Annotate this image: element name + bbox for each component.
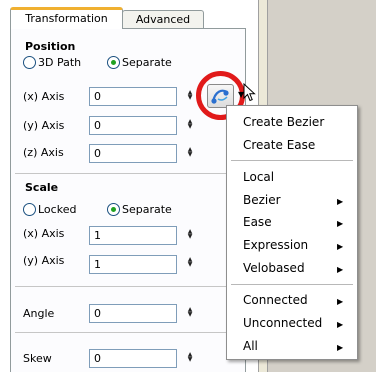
angle-label: Angle xyxy=(23,307,55,320)
position-z-field[interactable]: 0 xyxy=(89,144,177,163)
menu-item-create-ease[interactable]: Create Ease xyxy=(243,138,315,152)
skew-stepper[interactable]: ▲ ▼ xyxy=(186,352,194,363)
divider xyxy=(15,332,241,333)
angle-field[interactable]: 0 xyxy=(89,304,177,323)
submenu-arrow-icon: ▶ xyxy=(337,197,344,206)
scale-x-field[interactable]: 1 xyxy=(89,226,177,245)
submenu-arrow-icon: ▶ xyxy=(337,219,344,228)
position-title: Position xyxy=(25,40,76,53)
scale-y-label: (y) Axis xyxy=(23,254,65,267)
menu-item-create-bezier[interactable]: Create Bezier xyxy=(243,115,324,129)
radio-locked-label: Locked xyxy=(38,202,77,216)
radio-locked[interactable]: Locked xyxy=(23,202,76,216)
radio-position-separate-label: Separate xyxy=(122,55,172,69)
radio-scale-separate-label: Separate xyxy=(122,202,172,216)
menu-item-unconnected[interactable]: Unconnected xyxy=(243,316,322,330)
menu-item-connected[interactable]: Connected xyxy=(243,293,308,307)
menu-item-expression[interactable]: Expression xyxy=(243,238,308,252)
menu-item-all[interactable]: All xyxy=(243,339,258,353)
radio-3d-path-button[interactable] xyxy=(23,55,36,69)
submenu-arrow-icon: ▶ xyxy=(337,265,344,274)
scale-x-label: (x) Axis xyxy=(23,227,65,240)
menu-separator xyxy=(231,284,353,285)
angle-stepper[interactable]: ▲ ▼ xyxy=(186,307,194,318)
radio-scale-separate[interactable]: Separate xyxy=(107,202,172,216)
divider xyxy=(15,173,241,174)
radio-position-separate-button[interactable] xyxy=(107,55,120,69)
tab-transformation[interactable]: Transformation xyxy=(10,7,123,29)
position-y-field[interactable]: 0 xyxy=(89,116,177,135)
context-menu: Create Bezier Create Ease Local Bezier ▶… xyxy=(226,105,358,360)
radio-3d-path-label: 3D Path xyxy=(38,55,82,69)
position-x-field[interactable]: 0 xyxy=(89,87,177,106)
radio-3d-path[interactable]: 3D Path xyxy=(23,55,81,69)
position-x-label: (x) Axis xyxy=(23,90,65,103)
scale-title: Scale xyxy=(25,181,59,194)
submenu-arrow-icon: ▶ xyxy=(337,297,344,306)
scale-y-stepper[interactable]: ▲ ▼ xyxy=(186,257,194,268)
position-y-label: (y) Axis xyxy=(23,119,65,132)
mouse-cursor-icon xyxy=(243,83,256,102)
position-x-stepper[interactable]: ▲ ▼ xyxy=(186,90,194,101)
position-y-stepper[interactable]: ▲ ▼ xyxy=(186,119,194,130)
skew-label: Skew xyxy=(23,352,52,365)
skew-field[interactable]: 0 xyxy=(89,349,177,368)
divider xyxy=(15,286,241,287)
submenu-arrow-icon: ▶ xyxy=(337,343,344,352)
menu-item-local[interactable]: Local xyxy=(243,170,274,184)
submenu-arrow-icon: ▶ xyxy=(337,242,344,251)
menu-item-velobased[interactable]: Velobased xyxy=(243,261,305,275)
menu-item-bezier[interactable]: Bezier xyxy=(243,193,281,207)
menu-item-ease[interactable]: Ease xyxy=(243,215,272,229)
position-z-stepper[interactable]: ▲ ▼ xyxy=(186,147,194,158)
radio-scale-separate-button[interactable] xyxy=(107,202,120,216)
submenu-arrow-icon: ▶ xyxy=(337,320,344,329)
scale-y-field[interactable]: 1 xyxy=(89,255,177,274)
position-z-label: (z) Axis xyxy=(23,146,64,159)
tab-advanced[interactable]: Advanced xyxy=(122,10,204,29)
radio-locked-button[interactable] xyxy=(23,202,36,216)
radio-position-separate[interactable]: Separate xyxy=(107,55,172,69)
scale-x-stepper[interactable]: ▲ ▼ xyxy=(186,229,194,240)
menu-separator xyxy=(231,160,353,161)
